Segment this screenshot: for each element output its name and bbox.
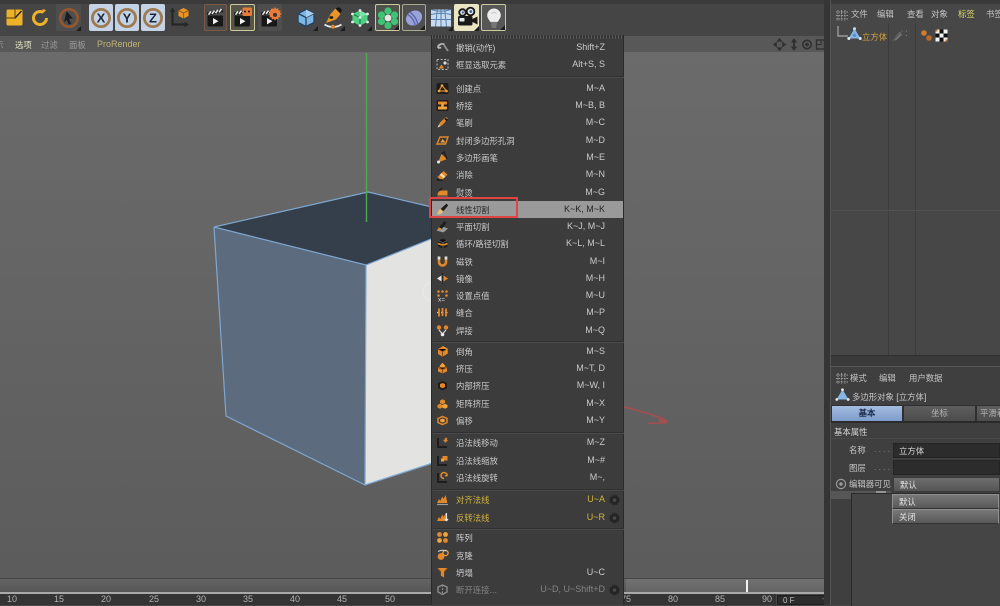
- svg-text:x=: x=: [438, 297, 445, 304]
- svg-text:X: X: [97, 10, 106, 25]
- svg-text:Y: Y: [123, 10, 132, 25]
- svg-text:Z: Z: [149, 10, 157, 25]
